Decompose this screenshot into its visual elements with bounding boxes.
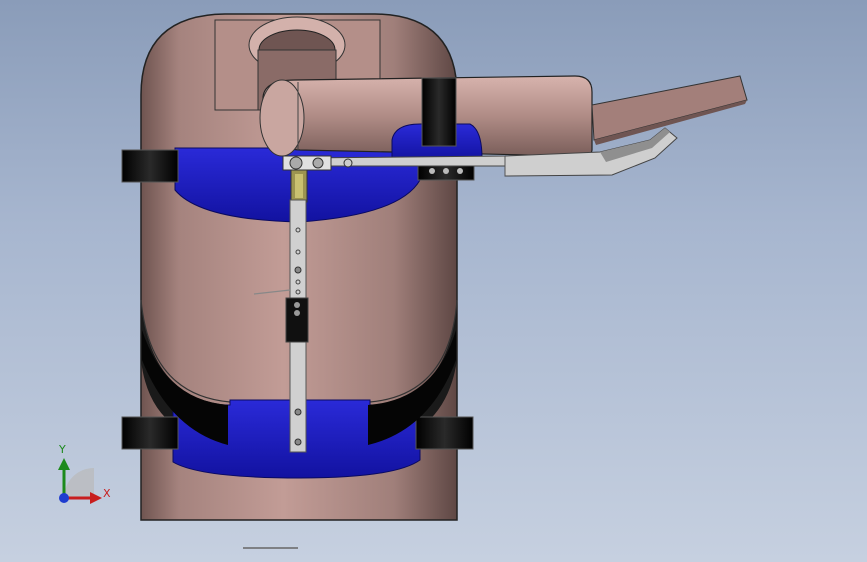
left-buckle-upper bbox=[121, 149, 179, 183]
orthosis-model bbox=[58, 13, 748, 549]
coordinate-triad bbox=[58, 458, 102, 504]
cad-viewport[interactable]: Y X bbox=[0, 0, 867, 562]
right-buckle-lower bbox=[415, 416, 474, 450]
axis-y-label: Y bbox=[59, 443, 66, 456]
left-buckle-lower bbox=[121, 416, 179, 450]
arm-black-strap bbox=[421, 77, 457, 147]
axis-x-label: X bbox=[103, 487, 111, 500]
